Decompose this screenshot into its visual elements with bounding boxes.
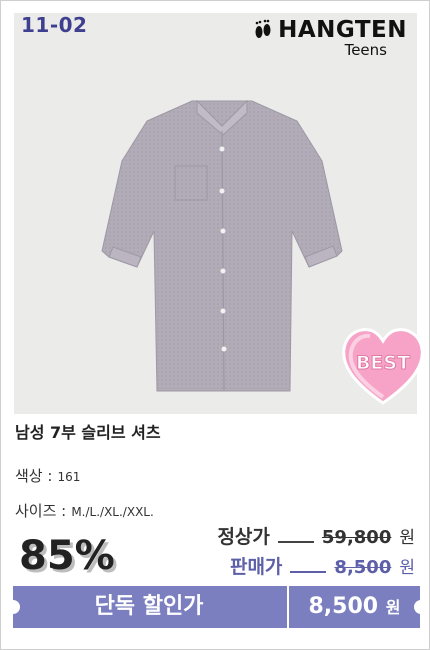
color-info: 색상 : 161 bbox=[15, 465, 80, 486]
ticket-notch-left bbox=[6, 600, 20, 614]
size-info: 사이즈 : M./L./XL./XXL. bbox=[15, 500, 154, 521]
brand-logo: HANGTEN Teens bbox=[252, 17, 407, 59]
regular-price-row: 정상가 59,800 원 bbox=[217, 522, 415, 549]
exclusive-price[interactable]: 8,500 원 bbox=[289, 586, 420, 628]
size-label: 사이즈 : bbox=[15, 502, 67, 520]
sale-price-dash bbox=[290, 571, 327, 573]
color-label: 색상 : bbox=[15, 467, 53, 485]
sale-price-currency: 원 bbox=[399, 558, 415, 578]
ticket-notch-right bbox=[414, 600, 428, 614]
sale-price-value: 8,500 bbox=[334, 557, 392, 578]
footprints-icon bbox=[255, 19, 271, 38]
regular-price-currency: 원 bbox=[399, 528, 415, 548]
regular-price-label: 정상가 bbox=[217, 526, 270, 548]
discount-percent: 85% bbox=[19, 533, 115, 579]
brand-name: HANGTEN bbox=[278, 17, 407, 43]
product-title[interactable]: 남성 7부 슬리브 셔츠 bbox=[15, 419, 161, 443]
exclusive-discount-label[interactable]: 단독 할인가 bbox=[13, 586, 285, 628]
regular-price-value: 59,800 bbox=[321, 527, 392, 548]
sale-price-row: 판매가 8,500 원 bbox=[230, 552, 415, 579]
exclusive-price-value: 8,500 bbox=[308, 594, 379, 619]
best-label: BEST bbox=[356, 352, 410, 374]
sale-price-label: 판매가 bbox=[229, 556, 283, 578]
heart-badge-icon: BEST bbox=[342, 328, 424, 405]
regular-price-dash bbox=[277, 541, 314, 543]
exclusive-price-currency: 원 bbox=[385, 598, 401, 617]
color-value: 161 bbox=[57, 470, 81, 484]
best-badge: BEST bbox=[340, 325, 426, 411]
brand-subline: Teens bbox=[344, 41, 387, 59]
exclusive-price-bar[interactable]: 단독 할인가 8,500 원 bbox=[13, 586, 420, 628]
size-value: M./L./XL./XXL. bbox=[71, 505, 154, 519]
product-card[interactable]: 11-02 HANGTEN Teens BEST 남성 7부 슬리브 셔츠 색상… bbox=[0, 0, 430, 650]
product-code: 11-02 bbox=[21, 13, 88, 37]
shirt-image bbox=[101, 99, 343, 392]
